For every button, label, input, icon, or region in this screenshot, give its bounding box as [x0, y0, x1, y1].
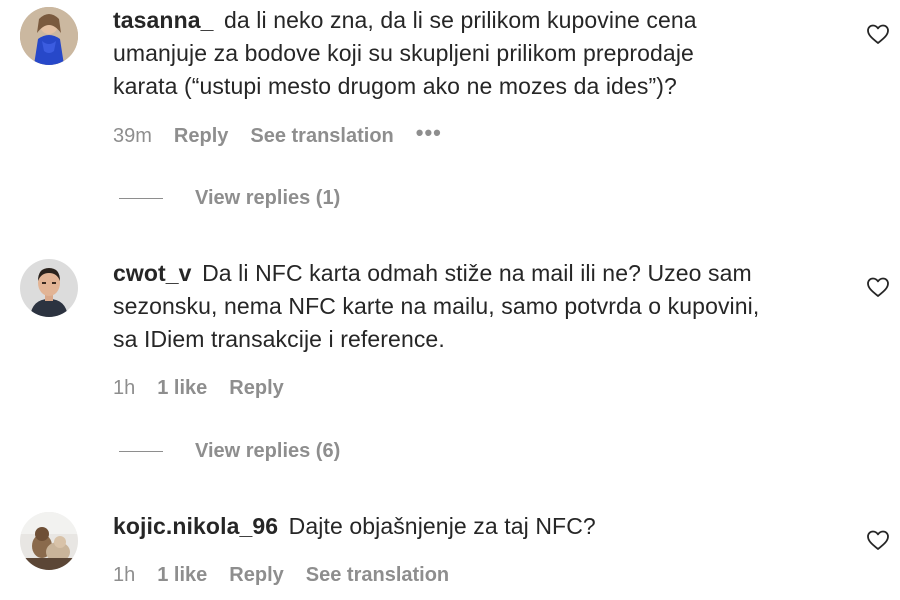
comment-meta: 39m Reply See translation ••• — [113, 120, 442, 150]
view-replies-button[interactable]: View replies (6) — [119, 440, 340, 463]
replies-divider — [119, 451, 163, 452]
comment-body: Da li NFC karta odmah stiže na mail ili … — [202, 260, 752, 286]
comment-time: 39m — [113, 124, 152, 147]
view-replies-label[interactable]: View replies (1) — [195, 187, 340, 210]
more-options-icon[interactable]: ••• — [416, 120, 442, 146]
view-replies-button[interactable]: View replies (1) — [119, 187, 340, 210]
comment-time: 1h — [113, 563, 136, 586]
comment-body: sa IDiem transakcije i reference. — [113, 326, 445, 352]
like-count[interactable]: 1 like — [157, 377, 207, 400]
comment-body: karata (“ustupi mesto drugom ako ne moze… — [113, 73, 677, 99]
avatar[interactable] — [20, 7, 78, 65]
reply-button[interactable]: Reply — [174, 125, 228, 148]
heart-outline-icon[interactable] — [866, 528, 890, 552]
comment-line: kojic.nikola_96 Dajte objašnjenje za taj… — [113, 510, 853, 543]
see-translation-button[interactable]: See translation — [306, 564, 449, 587]
replies-divider — [119, 198, 163, 199]
comment-text: tasanna_ da li neko zna, da li se prilik… — [113, 4, 853, 103]
avatar[interactable] — [20, 512, 78, 570]
comment-time: 1h — [113, 376, 136, 399]
comment-text: cwot_v Da li NFC karta odmah stiže na ma… — [113, 257, 853, 356]
reply-button[interactable]: Reply — [229, 564, 283, 587]
heart-outline-icon[interactable] — [866, 22, 890, 46]
comment-username[interactable]: kojic.nikola_96 — [113, 513, 278, 539]
comment-text: kojic.nikola_96 Dajte objašnjenje za taj… — [113, 510, 853, 543]
avatar-photo — [20, 512, 78, 570]
heart-outline-icon[interactable] — [866, 275, 890, 299]
comment-meta: 1h 1 like Reply — [113, 374, 306, 402]
comment-meta: 1h 1 like Reply See translation — [113, 561, 471, 589]
reply-button[interactable]: Reply — [229, 377, 283, 400]
comment-body: da li neko zna, da li se prilikom kupovi… — [224, 7, 697, 33]
comment-username[interactable]: cwot_v — [113, 260, 192, 286]
view-replies-label[interactable]: View replies (6) — [195, 440, 340, 463]
comment-body: umanjuje za bodove koji su skupljeni pri… — [113, 40, 694, 66]
comment-line: cwot_v Da li NFC karta odmah stiže na ma… — [113, 257, 853, 290]
like-count[interactable]: 1 like — [157, 564, 207, 587]
avatar-photo — [20, 259, 78, 317]
comment-body: sezonsku, nema NFC karte na mailu, samo … — [113, 293, 760, 319]
comment-username[interactable]: tasanna_ — [113, 7, 214, 33]
see-translation-button[interactable]: See translation — [250, 125, 393, 148]
comment-body: Dajte objašnjenje za taj NFC? — [288, 513, 596, 539]
comment-line: tasanna_ da li neko zna, da li se prilik… — [113, 4, 853, 37]
avatar[interactable] — [20, 259, 78, 317]
avatar-photo — [20, 7, 78, 65]
